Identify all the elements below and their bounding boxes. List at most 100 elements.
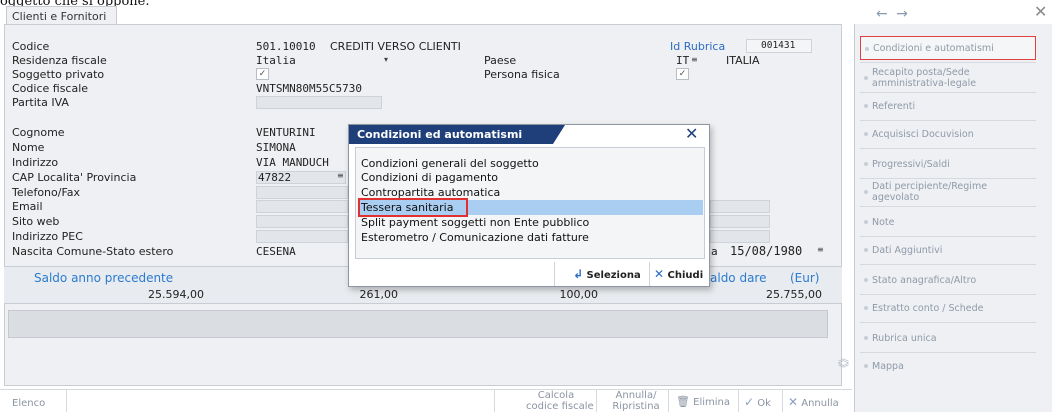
right-menu-item[interactable]: Condizioni e automatismi bbox=[860, 36, 1036, 60]
saldo-dare-value: 25.755,00 bbox=[766, 288, 822, 301]
right-menu-item[interactable]: Progressivi/Saldi bbox=[860, 152, 1036, 176]
id-rubrica-value: 001431 bbox=[761, 40, 796, 51]
email-field[interactable] bbox=[256, 200, 348, 213]
nascita-comune-value[interactable]: CESENA bbox=[256, 245, 296, 258]
right-menu-item[interactable]: Rubrica unica bbox=[860, 326, 1036, 350]
right-menu-item[interactable]: Dati percipiente/Regime agevolato bbox=[860, 180, 1036, 204]
paese-code[interactable]: IT bbox=[676, 54, 689, 67]
seleziona-button[interactable]: ↲ Seleziona bbox=[573, 267, 641, 281]
dialog-option[interactable]: Split payment soggetti non Ente pubblico bbox=[359, 215, 703, 230]
persona-fisica-label: Persona fisica bbox=[484, 68, 560, 81]
right-menu-item-label: Progressivi/Saldi bbox=[872, 158, 950, 170]
chiudi-label: Chiudi bbox=[667, 270, 704, 281]
toolbar-separator bbox=[494, 389, 495, 412]
right-menu-item[interactable]: Dati Aggiuntivi bbox=[860, 238, 1036, 262]
annulla-ripristina-line-2: Ripristina bbox=[612, 401, 660, 412]
menu-separator bbox=[860, 120, 1036, 121]
nome-value[interactable]: SIMONA bbox=[256, 141, 296, 154]
scroll-arrows-icon[interactable]: ︽ ︾ bbox=[838, 353, 849, 374]
bullet-icon bbox=[864, 336, 868, 340]
saldo-value-2: 261,00 bbox=[359, 288, 399, 301]
email-field-end[interactable] bbox=[710, 200, 770, 213]
dialog-close-icon[interactable]: ✕ bbox=[685, 124, 698, 143]
cognome-label: Cognome bbox=[12, 126, 65, 139]
soggetto-privato-label: Soggetto privato bbox=[12, 68, 105, 81]
footer-separator bbox=[554, 262, 555, 286]
pec-field[interactable] bbox=[256, 230, 348, 243]
right-menu-item[interactable]: Stato anagrafica/Altro bbox=[860, 268, 1036, 292]
codice-fiscale-value[interactable]: VNTSMN80M55C5730 bbox=[256, 82, 362, 95]
currency-label: (Eur) bbox=[790, 271, 820, 285]
residenza-label: Residenza fiscale bbox=[12, 54, 107, 67]
bullet-icon bbox=[864, 278, 868, 282]
menu-separator bbox=[860, 352, 1036, 353]
dialog-option[interactable]: Condizioni generali del soggetto bbox=[359, 156, 703, 171]
right-menu-item[interactable]: Referenti bbox=[860, 94, 1036, 118]
sito-web-field-end[interactable] bbox=[710, 215, 770, 228]
sito-web-field[interactable] bbox=[256, 215, 348, 228]
annulla-ripristina-button[interactable]: Annulla/ Ripristina bbox=[610, 390, 662, 412]
id-rubrica-field[interactable]: 001431 bbox=[746, 39, 812, 53]
ok-button[interactable]: ✓ Ok bbox=[744, 395, 771, 409]
paese-label: Paese bbox=[484, 54, 517, 67]
partita-iva-field[interactable] bbox=[256, 96, 382, 109]
right-menu-item-label: Condizioni e automatismi bbox=[873, 42, 994, 54]
cap-field[interactable]: 47822 ≡ bbox=[256, 171, 346, 184]
bullet-icon bbox=[864, 104, 868, 108]
nascita-date-prefix: a bbox=[711, 245, 718, 258]
persona-fisica-checkbox[interactable]: ✓ bbox=[676, 68, 689, 80]
dialog-option[interactable]: Condizioni di pagamento bbox=[359, 170, 703, 185]
lookup-icon[interactable]: ≡ bbox=[337, 171, 344, 180]
id-rubrica-link[interactable]: Id Rubrica bbox=[670, 40, 725, 53]
right-menu-item[interactable]: Note bbox=[860, 210, 1036, 234]
toolbar-separator bbox=[782, 389, 783, 412]
check-icon: ✓ bbox=[744, 395, 755, 409]
lookup-icon[interactable]: ≡ bbox=[691, 55, 698, 64]
pec-field-end[interactable] bbox=[710, 230, 770, 243]
empty-info-bar bbox=[8, 310, 828, 338]
partita-iva-label: Partita IVA bbox=[12, 96, 69, 109]
toolbar-separator bbox=[66, 389, 67, 412]
right-menu-item[interactable]: Mappa bbox=[860, 354, 1036, 378]
bullet-icon bbox=[864, 132, 868, 136]
calendar-icon[interactable]: ≡ bbox=[817, 245, 824, 254]
bullet-icon bbox=[864, 162, 868, 166]
codice-value[interactable]: 501.10010 bbox=[256, 40, 316, 53]
nascita-date-value[interactable]: 15/08/1980 bbox=[730, 244, 802, 258]
chiudi-button[interactable]: ✕ Chiudi bbox=[654, 267, 703, 281]
cognome-value[interactable]: VENTURINI bbox=[256, 126, 316, 139]
right-menu-item-label: Dati percipiente/Regime agevolato bbox=[872, 181, 988, 203]
soggetto-privato-checkbox[interactable]: ✓ bbox=[256, 68, 269, 80]
indirizzo-value[interactable]: VIA MANDUCH bbox=[256, 156, 329, 169]
nav-arrows-icon[interactable]: ← → bbox=[876, 6, 910, 22]
condizioni-automatismi-dialog: Condizioni ed automatismi ✕ Condizioni g… bbox=[348, 124, 710, 287]
elimina-button[interactable]: 🗑 Elimina bbox=[676, 395, 730, 408]
right-menu-item[interactable]: Acquisisci Docuvision bbox=[860, 122, 1036, 146]
dialog-title: Condizioni ed automatismi bbox=[349, 125, 553, 144]
right-menu-item[interactable]: Recapito posta/Sede amministrativa-legal… bbox=[860, 66, 1036, 90]
calcola-codice-fiscale-button[interactable]: Calcola codice fiscale bbox=[526, 390, 594, 412]
elenco-button[interactable]: Elenco bbox=[12, 398, 45, 409]
menu-separator bbox=[860, 236, 1036, 237]
close-window-icon[interactable]: ✕ bbox=[1034, 2, 1047, 21]
right-menu-item-label: Estratto conto / Schede bbox=[872, 302, 984, 314]
annulla-label: Annulla bbox=[801, 398, 839, 409]
residenza-select[interactable]: Italia bbox=[256, 54, 296, 67]
dialog-option[interactable]: Esterometro / Comunicazione dati fatture bbox=[359, 230, 703, 245]
seleziona-label: Seleziona bbox=[586, 270, 641, 281]
toolbar-separator bbox=[596, 389, 597, 412]
codice-desc: CREDITI VERSO CLIENTI bbox=[330, 40, 461, 53]
right-menu-item-label: Referenti bbox=[872, 100, 916, 112]
telefono-field[interactable] bbox=[256, 186, 348, 199]
annulla-button[interactable]: ✕ Annulla bbox=[788, 395, 839, 409]
paese-name: ITALIA bbox=[726, 54, 760, 67]
bullet-icon bbox=[864, 248, 868, 252]
menu-separator bbox=[860, 178, 1036, 179]
right-menu-item[interactable]: Estratto conto / Schede bbox=[860, 296, 1036, 320]
codice-fiscale-label: Codice fiscale bbox=[12, 82, 89, 95]
window-tab[interactable]: Clienti e Fornitori bbox=[6, 6, 118, 24]
indirizzo-label: Indirizzo bbox=[12, 156, 59, 169]
chevron-down-icon[interactable]: ▾ bbox=[384, 55, 388, 64]
right-menu-item-label: Acquisisci Docuvision bbox=[872, 128, 974, 140]
close-icon: ✕ bbox=[788, 395, 799, 409]
